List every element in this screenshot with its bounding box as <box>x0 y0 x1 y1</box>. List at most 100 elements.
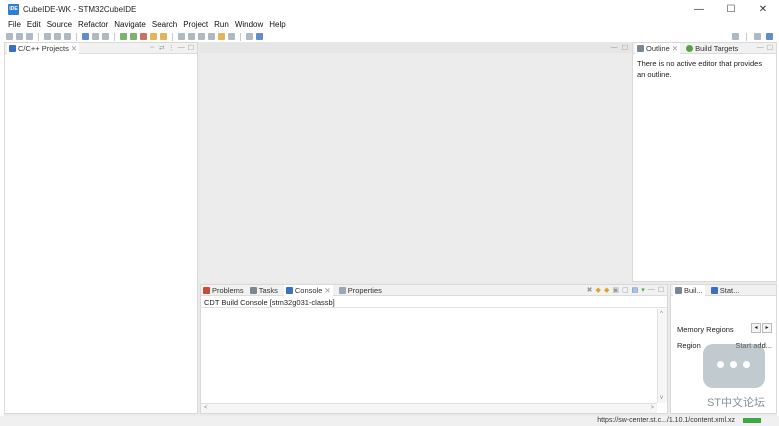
menu-navigate[interactable]: Navigate <box>114 20 146 29</box>
memory-regions-title[interactable]: Memory Regions <box>677 325 734 334</box>
tab-label: Tasks <box>258 285 278 295</box>
toolbar-divider <box>240 32 241 41</box>
view-menu-icon[interactable]: ⋮ <box>168 44 175 52</box>
tab-label: Problems <box>212 285 244 295</box>
scroll-lock-icon[interactable]: ◆ <box>596 286 601 294</box>
tab-build-targets[interactable]: Build Targets <box>686 44 738 53</box>
new-icon[interactable] <box>6 33 13 40</box>
tab-console[interactable]: Console ✕ <box>283 284 333 296</box>
device-config-icon[interactable] <box>82 33 89 40</box>
view-controls: ⇔ ⇄ ⋮ — ☐ <box>149 44 197 52</box>
build-icon[interactable] <box>54 33 61 40</box>
save-icon[interactable] <box>16 33 23 40</box>
editor-controls: — ☐ <box>200 42 632 53</box>
console-horizontal-scrollbar[interactable]: < > <box>201 403 657 413</box>
pin-icon[interactable] <box>246 33 253 40</box>
menu-project[interactable]: Project <box>183 20 208 29</box>
scroll-down-icon[interactable]: v <box>660 395 663 401</box>
close-tab-icon[interactable]: ✕ <box>672 44 678 53</box>
maximize-view-icon[interactable]: ☐ <box>188 44 194 52</box>
menu-window[interactable]: Window <box>235 20 263 29</box>
info-icon[interactable] <box>256 33 263 40</box>
menu-search[interactable]: Search <box>152 20 177 29</box>
maximize-button[interactable]: ☐ <box>715 0 747 18</box>
project-explorer-tabbar: C/C++ Projects ✕ ⇔ ⇄ ⋮ — ☐ <box>5 42 197 54</box>
menu-source[interactable]: Source <box>47 20 72 29</box>
tab-cpp-projects[interactable]: C/C++ Projects ✕ <box>7 42 80 54</box>
target-icon[interactable] <box>92 33 99 40</box>
scroll-right-icon[interactable]: > <box>650 405 654 411</box>
clear-console-icon[interactable]: ✖ <box>587 286 593 294</box>
tab-label: Properties <box>347 285 382 295</box>
title-bar: IDE CubeIDE-WK - STM32CubeIDE — ☐ ✕ <box>0 0 779 18</box>
link-editor-icon[interactable]: ⇄ <box>159 44 165 52</box>
forward-icon[interactable] <box>228 33 235 40</box>
next-tab-icon[interactable]: ▸ <box>762 323 772 333</box>
console-output[interactable] <box>201 309 657 403</box>
scroll-up-icon[interactable]: ^ <box>660 311 663 317</box>
annotation-prev-icon[interactable] <box>198 33 205 40</box>
word-wrap-icon[interactable]: ◆ <box>604 286 609 294</box>
open-console-icon[interactable]: ▾ <box>641 286 645 294</box>
editor-area[interactable]: — ☐ <box>200 42 632 282</box>
prev-tab-icon[interactable]: ◂ <box>751 323 761 333</box>
run-icon[interactable] <box>130 33 137 40</box>
quick-access-search-icon[interactable] <box>732 33 739 40</box>
folder-icon <box>9 44 16 52</box>
display-console-icon[interactable]: ▤ <box>632 286 639 294</box>
coverage-icon[interactable] <box>150 33 157 40</box>
last-edit-icon[interactable] <box>208 33 215 40</box>
menu-refactor[interactable]: Refactor <box>78 20 108 29</box>
minimize-button[interactable]: — <box>683 0 715 18</box>
search-toolbar-icon[interactable] <box>178 33 185 40</box>
minimize-view-icon[interactable]: — <box>648 286 655 294</box>
copy-icon[interactable]: ▢ <box>622 286 629 294</box>
column-region[interactable]: Region <box>677 341 701 350</box>
tab-properties[interactable]: Properties <box>338 285 382 295</box>
console-tabbar: Problems Tasks Console ✕ Properties ✖ ◆ … <box>201 284 667 296</box>
pin-console-icon[interactable]: ▣ <box>612 286 619 294</box>
external-tools-icon[interactable] <box>140 33 147 40</box>
minimize-view-icon[interactable]: — <box>178 44 185 52</box>
cpp-perspective-icon[interactable] <box>766 33 773 40</box>
tasks-icon <box>249 286 257 294</box>
tools-icon[interactable] <box>102 33 109 40</box>
maximize-editor-icon[interactable]: ☐ <box>622 44 628 52</box>
menu-file[interactable]: File <box>8 20 21 29</box>
menu-help[interactable]: Help <box>269 20 285 29</box>
tab-outline[interactable]: Outline ✕ <box>635 42 681 54</box>
close-tab-icon[interactable]: ✕ <box>324 286 330 295</box>
scroll-left-icon[interactable]: < <box>204 405 208 411</box>
close-button[interactable]: ✕ <box>747 0 779 18</box>
maximize-view-icon[interactable]: ☐ <box>767 44 773 52</box>
stack-icon <box>710 286 718 294</box>
minimize-editor-icon[interactable]: — <box>611 44 618 51</box>
settings-icon[interactable] <box>44 33 51 40</box>
annotation-next-icon[interactable] <box>188 33 195 40</box>
tab-tasks[interactable]: Tasks <box>249 285 278 295</box>
maximize-view-icon[interactable]: ☐ <box>658 286 664 294</box>
console-vertical-scrollbar[interactable]: ^ v <box>657 309 667 403</box>
toolbar-divider <box>114 32 115 41</box>
back-icon[interactable] <box>218 33 225 40</box>
menu-run[interactable]: Run <box>214 20 229 29</box>
debug-icon[interactable] <box>120 33 127 40</box>
menu-bar: File Edit Source Refactor Navigate Searc… <box>0 18 779 31</box>
open-perspective-icon[interactable] <box>754 33 761 40</box>
close-tab-icon[interactable]: ✕ <box>71 44 77 53</box>
chat-bubble-icon <box>703 344 765 388</box>
clean-icon[interactable] <box>64 33 71 40</box>
tab-problems[interactable]: Problems <box>203 286 244 295</box>
tab-label: Stat... <box>719 285 740 295</box>
outline-panel: Outline ✕ Build Targets — ☐ There is no … <box>632 42 777 282</box>
progress-bar[interactable] <box>743 418 761 423</box>
tab-build-analyzer[interactable]: Buil... <box>673 284 705 296</box>
problems-icon <box>203 286 210 294</box>
save-all-icon[interactable] <box>26 33 33 40</box>
tab-static-stack[interactable]: Stat... <box>710 285 740 295</box>
dot-icon <box>743 361 750 368</box>
collapse-all-icon[interactable]: ⇔ <box>149 44 156 52</box>
minimize-view-icon[interactable]: — <box>757 44 764 52</box>
open-type-icon[interactable] <box>160 33 167 40</box>
menu-edit[interactable]: Edit <box>27 20 41 29</box>
